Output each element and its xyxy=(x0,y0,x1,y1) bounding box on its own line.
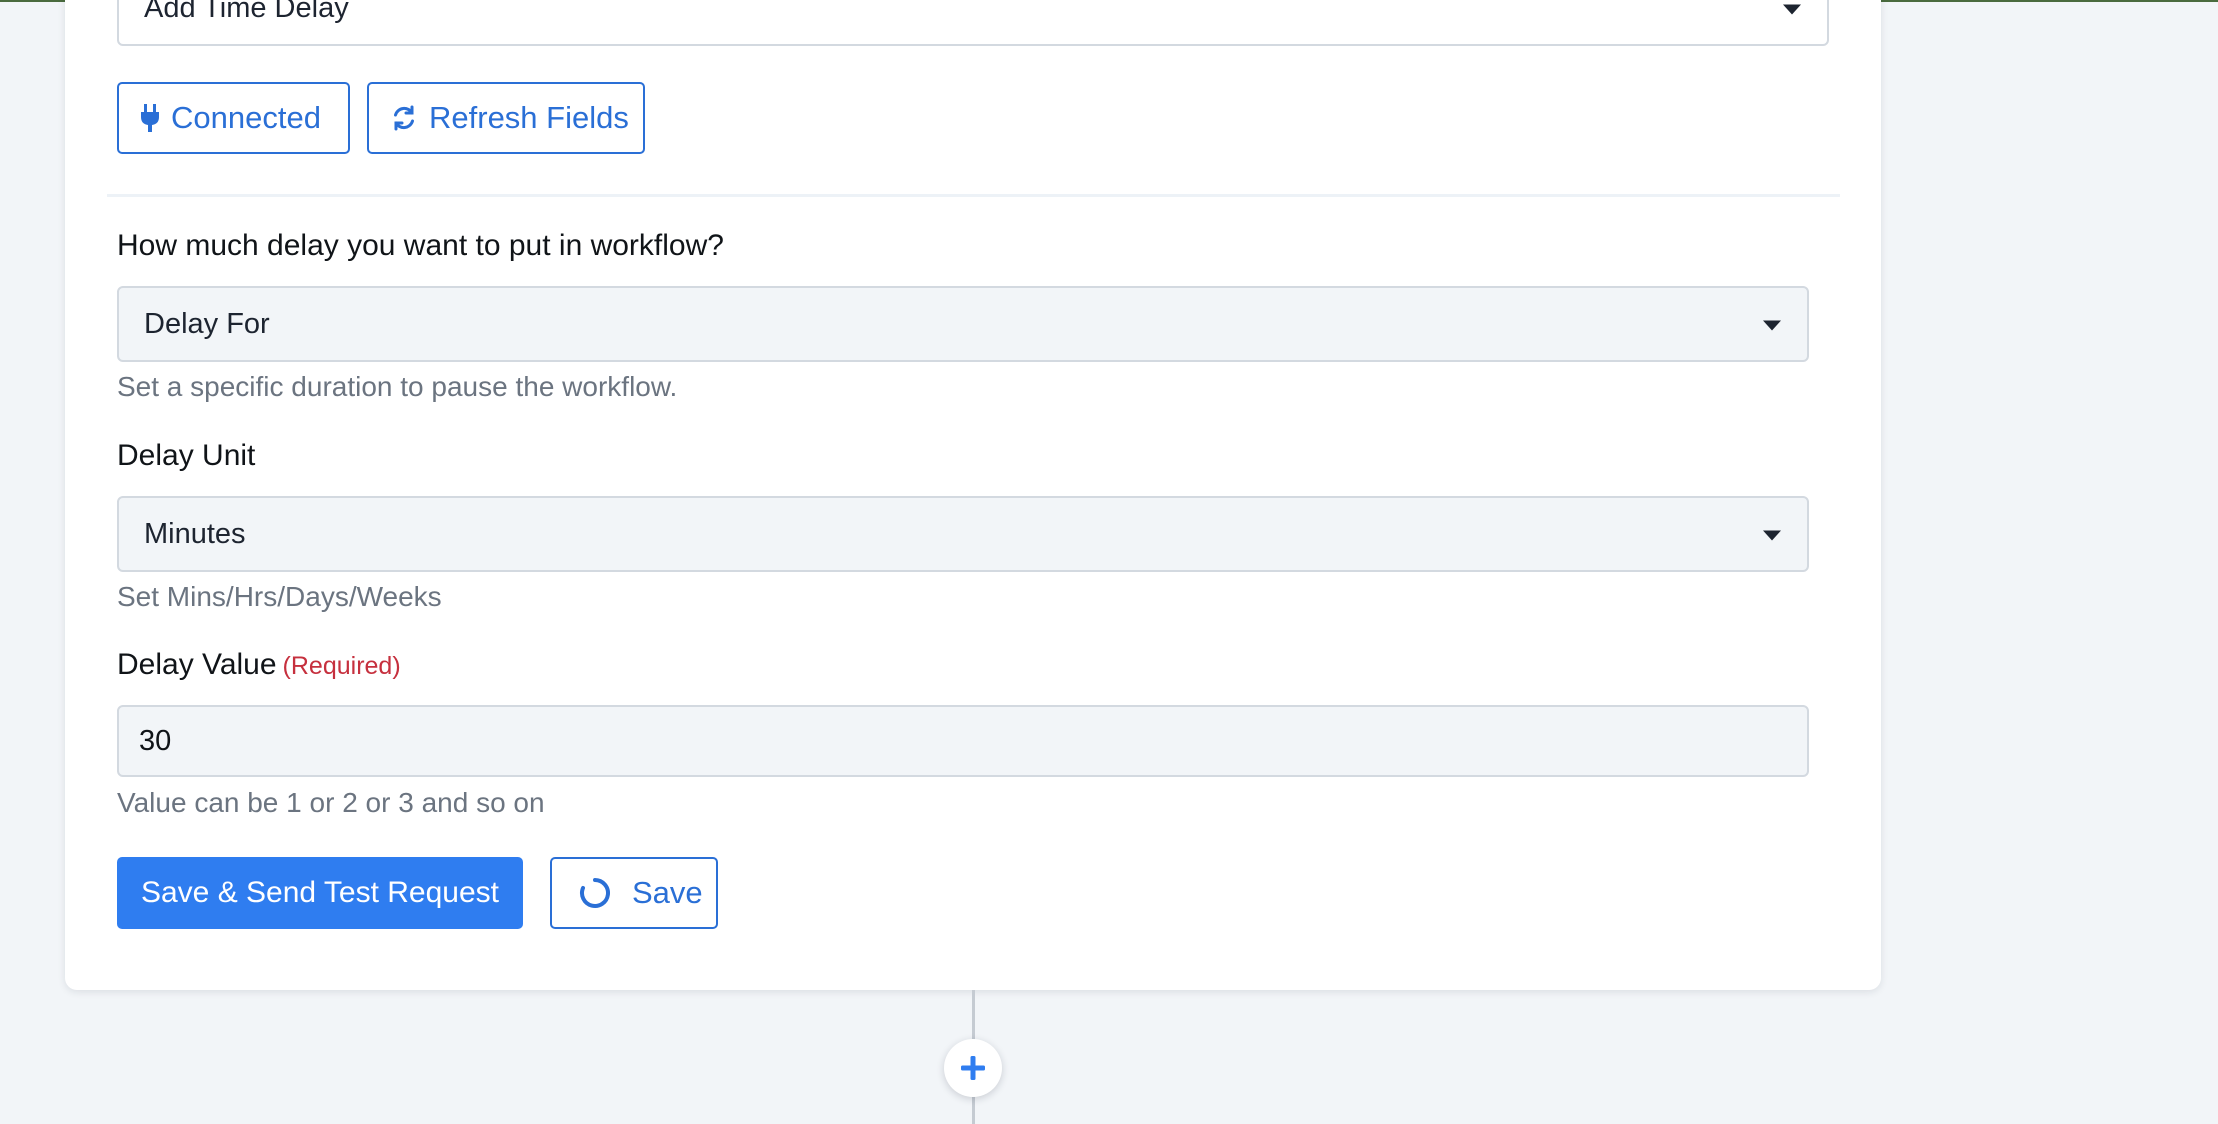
refresh-fields-button-label: Refresh Fields xyxy=(429,100,629,135)
delay-unit-label: Delay Unit xyxy=(117,439,256,472)
save-button[interactable]: Save xyxy=(550,857,718,929)
section-divider xyxy=(107,194,1840,197)
refresh-icon xyxy=(391,105,417,131)
connected-button[interactable]: Connected xyxy=(117,82,350,154)
action-event-select-value: Add Time Delay xyxy=(144,0,349,24)
caret-down-icon xyxy=(1763,320,1781,331)
delay-value-label-text: Delay Value xyxy=(117,648,277,681)
connected-button-label: Connected xyxy=(171,100,321,135)
save-button-label: Save xyxy=(632,875,703,910)
delay-value-help: Value can be 1 or 2 or 3 and so on xyxy=(117,787,545,818)
delay-unit-select[interactable]: Minutes xyxy=(117,496,1809,572)
delay-type-help: Set a specific duration to pause the wor… xyxy=(117,371,678,402)
action-event-select[interactable]: Add Time Delay xyxy=(117,0,1829,46)
workflow-connector-line xyxy=(972,990,975,1039)
plug-icon xyxy=(141,104,159,132)
delay-unit-help: Set Mins/Hrs/Days/Weeks xyxy=(117,581,442,612)
delay-type-label: How much delay you want to put in workfl… xyxy=(117,229,724,262)
save-and-send-test-request-button[interactable]: Save & Send Test Request xyxy=(117,857,523,929)
add-step-button[interactable] xyxy=(944,1039,1002,1097)
save-and-send-test-request-label: Save & Send Test Request xyxy=(140,876,499,909)
caret-down-icon xyxy=(1783,4,1801,15)
required-indicator: (Required) xyxy=(282,652,401,680)
refresh-fields-button[interactable]: Refresh Fields xyxy=(367,82,645,154)
workflow-connector-line xyxy=(972,1097,975,1124)
caret-down-icon xyxy=(1763,530,1781,541)
plus-icon xyxy=(959,1054,987,1082)
delay-value-label: Delay Value (Required) xyxy=(117,648,401,682)
spinner-icon xyxy=(578,876,612,910)
delay-value-input[interactable] xyxy=(117,705,1809,777)
delay-unit-select-value: Minutes xyxy=(144,517,246,550)
delay-type-select[interactable]: Delay For xyxy=(117,286,1809,362)
delay-type-select-value: Delay For xyxy=(144,307,270,340)
